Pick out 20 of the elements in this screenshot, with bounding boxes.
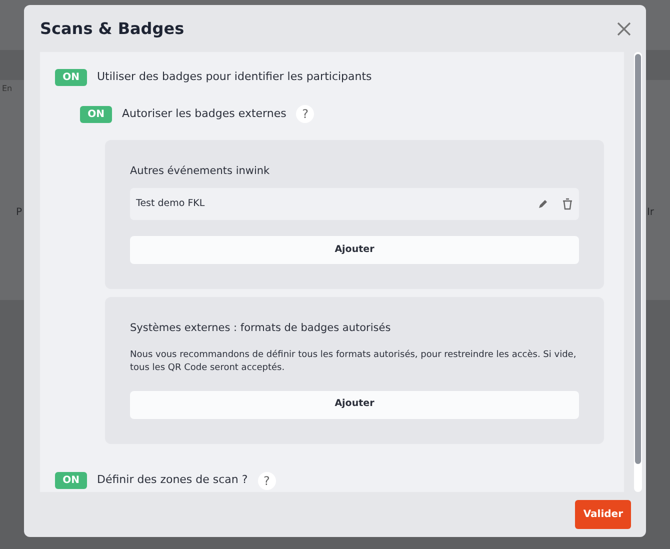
- help-button[interactable]: ?: [258, 472, 276, 490]
- add-button[interactable]: Ajouter: [130, 390, 579, 418]
- trash-icon[interactable]: [562, 198, 573, 210]
- setting-label: Autoriser les badges externes: [122, 106, 286, 122]
- status-text: En: [1, 83, 14, 95]
- help-button[interactable]: ?: [296, 105, 314, 123]
- section-description: Nous vous recommandons de définir tous les formats autorisés, pour restreindre les accès. Si vide, tous les QR Code seront acceptés.: [130, 348, 578, 374]
- add-button[interactable]: Ajouter: [130, 236, 579, 264]
- item-name: Test demo FKL: [136, 196, 206, 211]
- section-title: Systèmes externes : formats de badges autorisés: [130, 320, 392, 336]
- setting-label: Utiliser des badges pour identifier les participants: [97, 69, 372, 86]
- setting-label: Définir des zones de scan ?: [97, 472, 248, 488]
- dialog-title: Scans & Badges: [40, 18, 184, 40]
- side-text: P: [16, 206, 22, 220]
- pencil-icon[interactable]: [538, 198, 548, 209]
- close-icon[interactable]: [616, 20, 632, 36]
- side-text: Ir: [646, 206, 654, 220]
- scrollbar[interactable]: [634, 52, 642, 492]
- validate-button[interactable]: Valider: [575, 500, 631, 529]
- section-title: Autres événements inwink: [130, 164, 271, 179]
